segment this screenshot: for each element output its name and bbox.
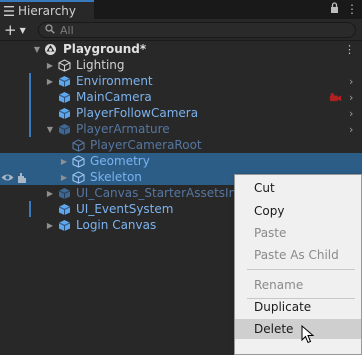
chevron-right-icon[interactable]: › xyxy=(349,107,353,120)
eye-icon[interactable] xyxy=(1,171,14,184)
add-button[interactable]: + ▼ xyxy=(4,21,30,39)
prefab-override-bar xyxy=(29,121,31,137)
plus-icon: + xyxy=(4,21,17,39)
prefab-icon xyxy=(58,203,71,216)
item-label: Skeleton xyxy=(90,170,142,184)
chevron-right-icon[interactable]: › xyxy=(349,75,353,88)
search-field[interactable] xyxy=(38,22,356,38)
tab-title: Hierarchy xyxy=(18,3,77,18)
prefab-override-bar xyxy=(29,73,31,89)
item-label: Login Canvas xyxy=(76,218,157,232)
item-label: Geometry xyxy=(90,154,150,168)
prefab-icon-dimmed xyxy=(58,187,71,200)
gizmo-warning-icon xyxy=(329,91,342,104)
pickable-hand-icon[interactable] xyxy=(15,171,28,184)
item-label: PlayerCameraRoot xyxy=(90,138,202,152)
tab-hierarchy[interactable]: Hierarchy xyxy=(0,0,94,19)
menu-item-paste[interactable]: Paste xyxy=(235,223,361,243)
chevron-right-icon[interactable]: › xyxy=(349,123,353,136)
scene-menu-icon[interactable]: ⋮ xyxy=(344,43,355,56)
menu-item-duplicate[interactable]: Duplicate xyxy=(235,297,361,317)
scene-name: Playground* xyxy=(63,42,147,56)
prefab-override-bar xyxy=(29,89,31,105)
menu-item-copy[interactable]: Copy xyxy=(235,201,361,221)
tab-bar: Hierarchy ⋮ xyxy=(0,0,362,19)
item-label: PlayerFollowCamera xyxy=(76,106,199,120)
list-item[interactable]: ▶ Lighting xyxy=(0,57,362,73)
item-label: MainCamera xyxy=(76,90,152,104)
search-icon xyxy=(45,23,55,37)
prefab-icon xyxy=(58,75,71,88)
item-label: PlayerArmature xyxy=(76,122,170,136)
gameobject-icon xyxy=(72,170,85,184)
scene-row[interactable]: ▼ Playground* ⋮ xyxy=(0,41,362,57)
unity-scene-icon xyxy=(44,43,57,56)
search-input[interactable] xyxy=(60,23,310,37)
menu-dots-icon[interactable]: ⋮ xyxy=(346,2,358,16)
prefab-icon-dimmed xyxy=(58,123,71,136)
hierarchy-toolbar: + ▼ xyxy=(0,19,362,41)
prefab-icon xyxy=(58,107,71,120)
foldout-collapsed-icon[interactable]: ▶ xyxy=(59,173,69,182)
item-label: UI_EventSystem xyxy=(76,202,174,216)
menu-item-cut[interactable]: Cut xyxy=(235,178,361,198)
gameobject-icon xyxy=(58,58,71,72)
mouse-cursor-icon xyxy=(301,325,315,344)
list-item[interactable]: ▼ PlayerArmature › xyxy=(0,121,362,137)
list-item[interactable]: PlayerCameraRoot xyxy=(0,137,362,153)
menu-separator xyxy=(247,269,355,270)
foldout-collapsed-icon[interactable]: ▶ xyxy=(45,61,55,70)
hierarchy-icon xyxy=(4,5,14,16)
foldout-collapsed-icon[interactable]: ▶ xyxy=(45,221,55,230)
chevron-right-icon[interactable]: › xyxy=(349,91,353,104)
foldout-collapsed-icon[interactable]: ▶ xyxy=(59,157,69,166)
foldout-expanded-icon[interactable]: ▼ xyxy=(45,125,55,134)
list-item[interactable]: PlayerFollowCamera › xyxy=(0,105,362,121)
list-item-selected[interactable]: ▶ Geometry xyxy=(0,153,362,169)
prefab-override-bar xyxy=(29,201,31,217)
foldout-collapsed-icon[interactable]: ▶ xyxy=(45,77,55,86)
list-item[interactable]: MainCamera › xyxy=(0,89,362,105)
item-label: Lighting xyxy=(76,58,125,72)
menu-item-paste-as-child[interactable]: Paste As Child xyxy=(235,245,361,265)
prefab-override-bar xyxy=(29,105,31,121)
gameobject-icon-dimmed xyxy=(72,138,85,152)
menu-item-delete[interactable]: Delete xyxy=(235,319,361,339)
context-menu: Cut Copy Paste Paste As Child Rename Dup… xyxy=(234,174,362,355)
prefab-icon xyxy=(58,91,71,104)
menu-item-rename[interactable]: Rename xyxy=(235,275,361,295)
gameobject-icon xyxy=(72,154,85,168)
item-label: Environment xyxy=(76,74,153,88)
prefab-icon xyxy=(58,219,71,232)
dropdown-arrow-icon: ▼ xyxy=(19,25,26,35)
foldout-expanded-icon[interactable]: ▼ xyxy=(32,45,42,54)
list-item[interactable]: ▶ Environment › xyxy=(0,73,362,89)
lock-icon[interactable] xyxy=(330,2,339,16)
foldout-collapsed-icon[interactable]: ▶ xyxy=(45,189,55,198)
